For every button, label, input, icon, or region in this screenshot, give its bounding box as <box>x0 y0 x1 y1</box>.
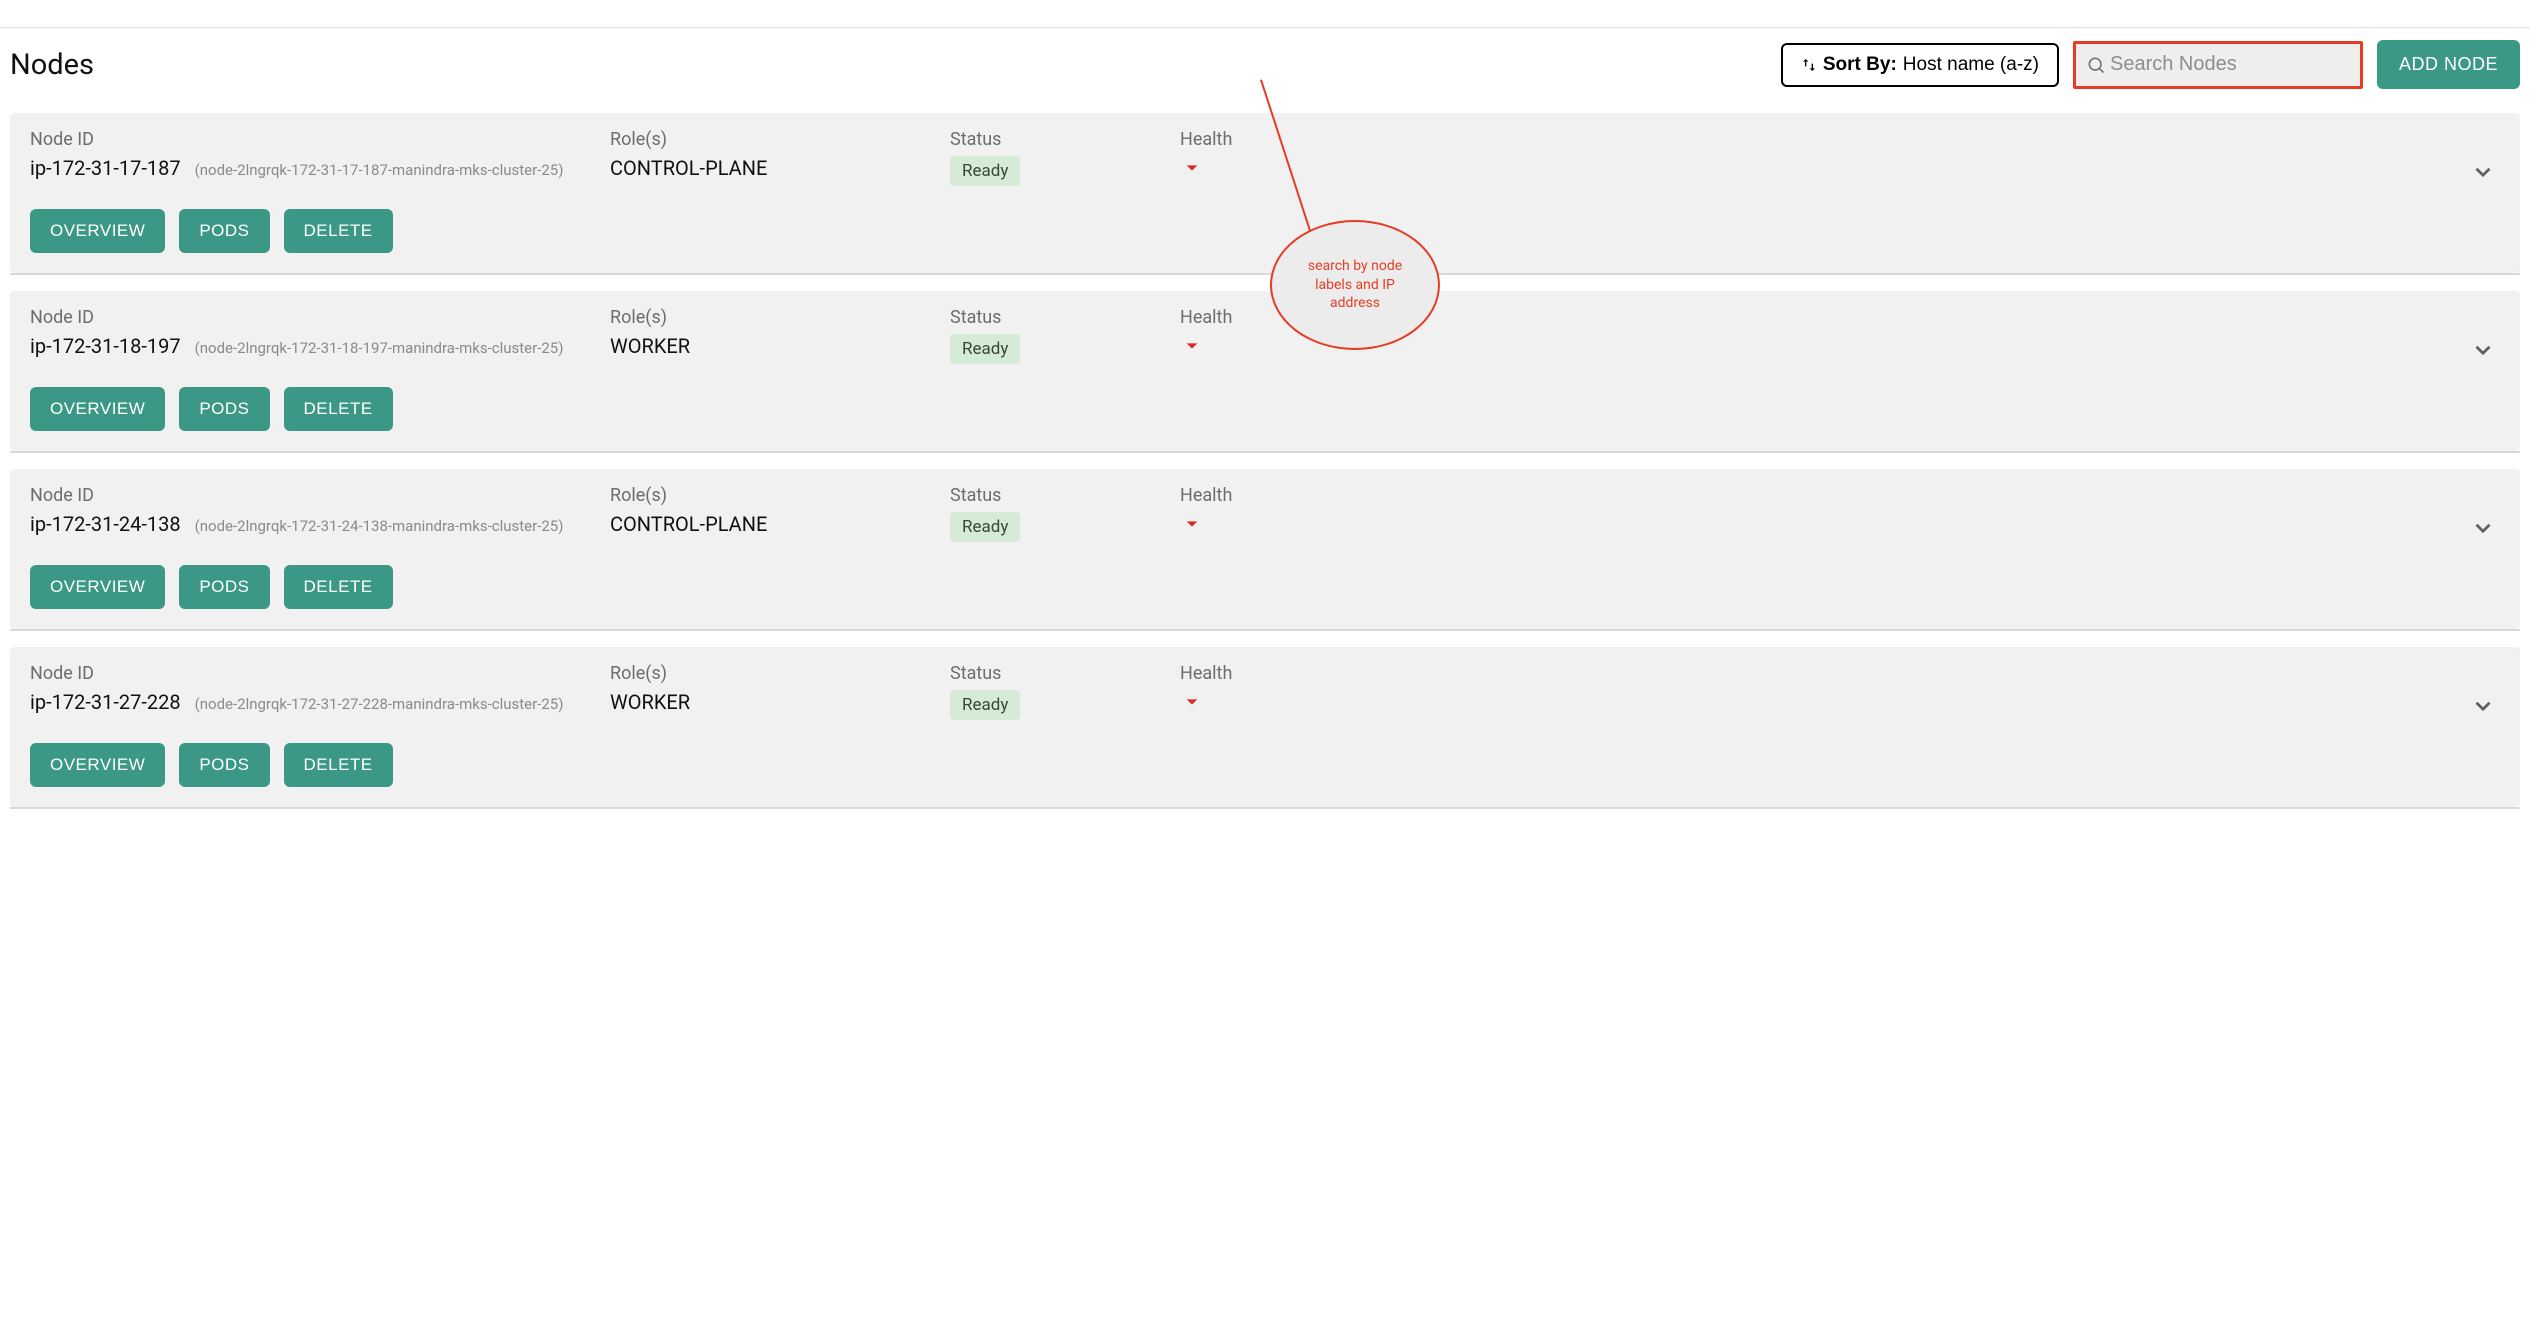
delete-button[interactable]: DELETE <box>284 565 393 609</box>
col-status-label: Status <box>950 129 1180 150</box>
health-down-icon <box>1180 694 1204 714</box>
node-card: Node ID ip-172-31-27-228 (node-2lngrqk-1… <box>10 647 2520 807</box>
search-icon <box>2086 55 2106 75</box>
node-card: Node ID ip-172-31-24-138 (node-2lngrqk-1… <box>10 469 2520 629</box>
col-health-label: Health <box>1180 663 1330 684</box>
page-title: Nodes <box>10 48 1767 82</box>
col-node-id-label: Node ID <box>30 663 610 684</box>
node-roles: WORKER <box>610 690 950 714</box>
node-roles: CONTROL-PLANE <box>610 156 950 180</box>
sort-button[interactable]: Sort By: Host name (a-z) <box>1781 43 2059 87</box>
col-health-label: Health <box>1180 485 1330 506</box>
status-badge: Ready <box>950 690 1020 720</box>
sort-label: Sort By: <box>1823 54 1897 76</box>
delete-button[interactable]: DELETE <box>284 743 393 787</box>
col-status-label: Status <box>950 663 1180 684</box>
node-sub: (node-2lngrqk-172-31-24-138-manindra-mks… <box>195 517 564 535</box>
node-roles: WORKER <box>610 334 950 358</box>
node-sub: (node-2lngrqk-172-31-17-187-manindra-mks… <box>195 161 564 179</box>
pods-button[interactable]: PODS <box>179 209 269 253</box>
node-card: Node ID ip-172-31-18-197 (node-2lngrqk-1… <box>10 291 2520 451</box>
node-roles: CONTROL-PLANE <box>610 512 950 536</box>
health-down-icon <box>1180 160 1204 180</box>
delete-button[interactable]: DELETE <box>284 387 393 431</box>
search-wrapper[interactable] <box>2073 41 2363 89</box>
col-roles-label: Role(s) <box>610 663 950 684</box>
header-row: Nodes Sort By: Host name (a-z) ADD NODE <box>10 40 2520 89</box>
annotation-bubble: search by node labels and IP address <box>1270 220 1440 350</box>
overview-button[interactable]: OVERVIEW <box>30 209 165 253</box>
pods-button[interactable]: PODS <box>179 387 269 431</box>
overview-button[interactable]: OVERVIEW <box>30 743 165 787</box>
node-id: ip-172-31-24-138 <box>30 512 181 536</box>
sort-value: Host name (a-z) <box>1903 54 2039 76</box>
node-card: Node ID ip-172-31-17-187 (node-2lngrqk-1… <box>10 113 2520 273</box>
expand-icon[interactable] <box>2470 159 2496 189</box>
overview-button[interactable]: OVERVIEW <box>30 387 165 431</box>
col-node-id-label: Node ID <box>30 129 610 150</box>
annotation-text: search by node labels and IP address <box>1292 257 1418 314</box>
col-node-id-label: Node ID <box>30 307 610 328</box>
delete-button[interactable]: DELETE <box>284 209 393 253</box>
node-id: ip-172-31-27-228 <box>30 690 181 714</box>
add-node-button[interactable]: ADD NODE <box>2377 40 2520 89</box>
status-badge: Ready <box>950 512 1020 542</box>
status-badge: Ready <box>950 334 1020 364</box>
col-health-label: Health <box>1180 129 1330 150</box>
col-status-label: Status <box>950 485 1180 506</box>
expand-icon[interactable] <box>2470 337 2496 367</box>
col-roles-label: Role(s) <box>610 307 950 328</box>
top-bar <box>0 0 2530 28</box>
expand-icon[interactable] <box>2470 515 2496 545</box>
sort-icon <box>1801 57 1817 73</box>
col-status-label: Status <box>950 307 1180 328</box>
overview-button[interactable]: OVERVIEW <box>30 565 165 609</box>
status-badge: Ready <box>950 156 1020 186</box>
col-node-id-label: Node ID <box>30 485 610 506</box>
col-roles-label: Role(s) <box>610 485 950 506</box>
health-down-icon <box>1180 338 1204 358</box>
col-roles-label: Role(s) <box>610 129 950 150</box>
search-input[interactable] <box>2106 47 2350 82</box>
node-id: ip-172-31-18-197 <box>30 334 181 358</box>
node-sub: (node-2lngrqk-172-31-18-197-manindra-mks… <box>195 339 564 357</box>
pods-button[interactable]: PODS <box>179 565 269 609</box>
node-sub: (node-2lngrqk-172-31-27-228-manindra-mks… <box>195 695 564 713</box>
expand-icon[interactable] <box>2470 693 2496 723</box>
pods-button[interactable]: PODS <box>179 743 269 787</box>
node-id: ip-172-31-17-187 <box>30 156 181 180</box>
health-down-icon <box>1180 516 1204 536</box>
